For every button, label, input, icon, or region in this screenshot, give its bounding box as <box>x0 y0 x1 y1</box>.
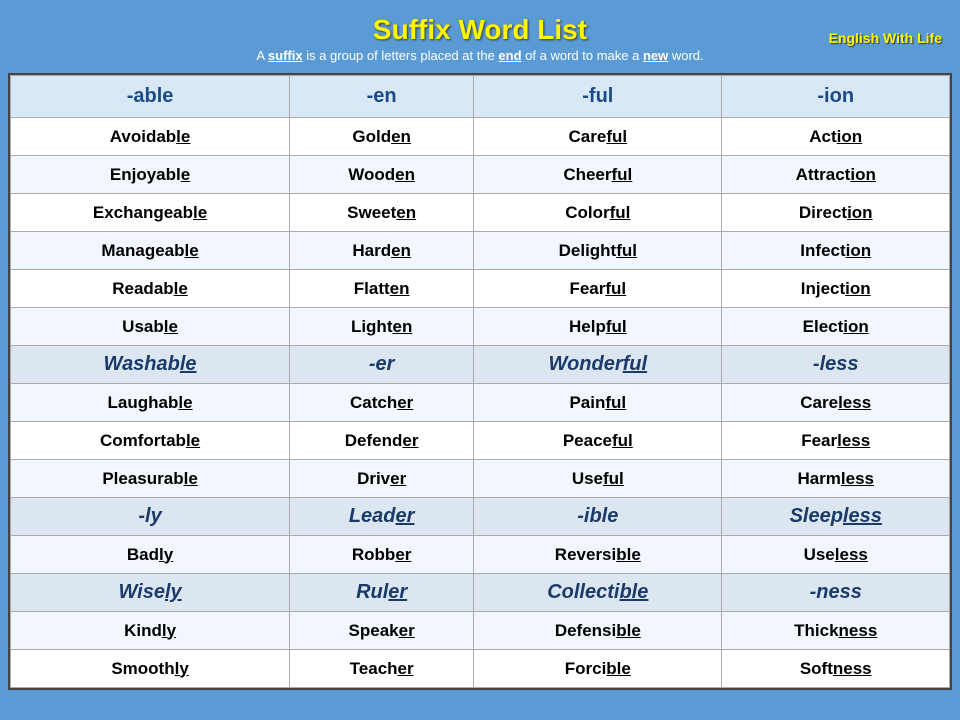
table-cell: Avoidable <box>11 118 290 156</box>
table-cell: Election <box>722 308 950 346</box>
column-header-row: -able -en -ful -ion <box>11 76 950 118</box>
table-cell: Smoothly <box>11 650 290 688</box>
table-cell: -ness <box>722 574 950 612</box>
table-cell: Kindly <box>11 612 290 650</box>
table-cell: Wooden <box>290 156 474 194</box>
page-title: Suffix Word List <box>8 14 952 46</box>
outer-container: Suffix Word List A suffix is a group of … <box>0 0 960 720</box>
table-cell: Washable <box>11 346 290 384</box>
table-row: UsableLightenHelpfulElection <box>11 308 950 346</box>
table-row: ReadableFlattenFearfulInjection <box>11 270 950 308</box>
table-cell: Readable <box>11 270 290 308</box>
table-cell: Injection <box>722 270 950 308</box>
table-cell: Pleasurable <box>11 460 290 498</box>
table-cell: Peaceful <box>474 422 722 460</box>
table-cell: Driver <box>290 460 474 498</box>
table-cell: Helpful <box>474 308 722 346</box>
col-en: -en <box>290 76 474 118</box>
table-cell: Speaker <box>290 612 474 650</box>
table-cell: Colorful <box>474 194 722 232</box>
table-cell: Golden <box>290 118 474 156</box>
table-row: EnjoyableWoodenCheerfulAttraction <box>11 156 950 194</box>
table-row: WiselyRulerCollectible-ness <box>11 574 950 612</box>
table-row: Washable-erWonderful-less <box>11 346 950 384</box>
table-cell: Softness <box>722 650 950 688</box>
table-cell: Cheerful <box>474 156 722 194</box>
subtitle: A suffix is a group of letters placed at… <box>8 48 952 63</box>
table-cell: Catcher <box>290 384 474 422</box>
table-cell: Forcible <box>474 650 722 688</box>
table-cell: -less <box>722 346 950 384</box>
table-cell: Leader <box>290 498 474 536</box>
table-cell: Reversible <box>474 536 722 574</box>
table-cell: Wisely <box>11 574 290 612</box>
table-row: -lyLeader-ibleSleepless <box>11 498 950 536</box>
table-row: AvoidableGoldenCarefulAction <box>11 118 950 156</box>
brand: English With Life <box>829 28 942 46</box>
table-cell: Laughable <box>11 384 290 422</box>
word-table: -able -en -ful -ion AvoidableGoldenCaref… <box>10 75 950 688</box>
table-row: ExchangeableSweetenColorfulDirection <box>11 194 950 232</box>
table-cell: -er <box>290 346 474 384</box>
table-cell: Thickness <box>722 612 950 650</box>
table-cell: Careful <box>474 118 722 156</box>
table-cell: Robber <box>290 536 474 574</box>
table-cell: Lighten <box>290 308 474 346</box>
table-row: PleasurableDriverUsefulHarmless <box>11 460 950 498</box>
table-cell: Harden <box>290 232 474 270</box>
table-cell: Collectible <box>474 574 722 612</box>
table-cell: Direction <box>722 194 950 232</box>
table-cell: Enjoyable <box>11 156 290 194</box>
table-row: KindlySpeakerDefensibleThickness <box>11 612 950 650</box>
table-cell: Defender <box>290 422 474 460</box>
table-cell: Action <box>722 118 950 156</box>
table-cell: Teacher <box>290 650 474 688</box>
table-cell: Delightful <box>474 232 722 270</box>
table-cell: Flatten <box>290 270 474 308</box>
table-cell: Comfortable <box>11 422 290 460</box>
header: Suffix Word List A suffix is a group of … <box>8 8 952 67</box>
table-row: ManageableHardenDelightfulInfection <box>11 232 950 270</box>
table-cell: Manageable <box>11 232 290 270</box>
table-cell: Defensible <box>474 612 722 650</box>
col-able: -able <box>11 76 290 118</box>
table-cell: Attraction <box>722 156 950 194</box>
table-row: ComfortableDefenderPeacefulFearless <box>11 422 950 460</box>
table-cell: Wonderful <box>474 346 722 384</box>
table-cell: -ly <box>11 498 290 536</box>
table-cell: Useless <box>722 536 950 574</box>
table-cell: Useful <box>474 460 722 498</box>
table-cell: Fearful <box>474 270 722 308</box>
table-cell: Badly <box>11 536 290 574</box>
table-row: BadlyRobberReversibleUseless <box>11 536 950 574</box>
table-cell: -ible <box>474 498 722 536</box>
col-ful: -ful <box>474 76 722 118</box>
table-cell: Fearless <box>722 422 950 460</box>
table-cell: Painful <box>474 384 722 422</box>
table-row: LaughableCatcherPainfulCareless <box>11 384 950 422</box>
table-cell: Sleepless <box>722 498 950 536</box>
table-cell: Usable <box>11 308 290 346</box>
table-row: SmoothlyTeacherForcibleSoftness <box>11 650 950 688</box>
word-table-wrapper: -able -en -ful -ion AvoidableGoldenCaref… <box>8 73 952 690</box>
table-cell: Sweeten <box>290 194 474 232</box>
table-cell: Harmless <box>722 460 950 498</box>
table-cell: Exchangeable <box>11 194 290 232</box>
col-ion: -ion <box>722 76 950 118</box>
table-cell: Careless <box>722 384 950 422</box>
table-cell: Ruler <box>290 574 474 612</box>
table-cell: Infection <box>722 232 950 270</box>
